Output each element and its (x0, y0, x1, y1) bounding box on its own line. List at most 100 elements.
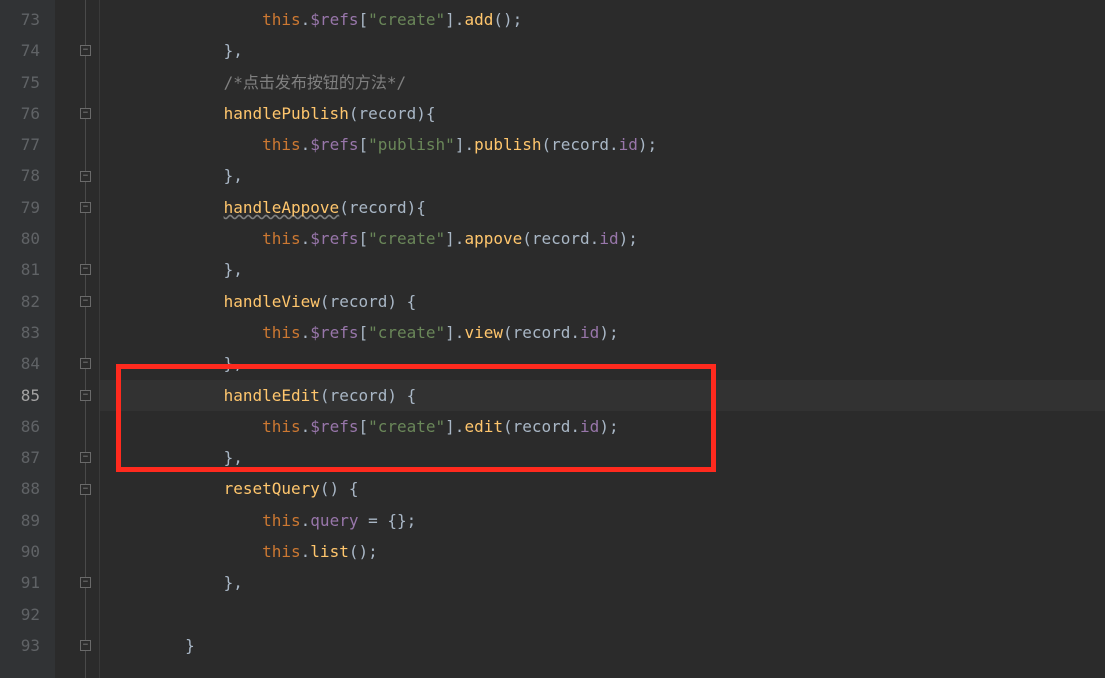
line-number: 93 (0, 630, 40, 661)
code-line[interactable] (100, 599, 1105, 630)
code-token: view (464, 323, 503, 342)
code-line[interactable]: this.$refs["create"].view(record.id); (100, 317, 1105, 348)
code-token: handleAppove (224, 198, 340, 217)
code-token: handleView (224, 292, 320, 311)
code-token: ( (503, 323, 513, 342)
code-token: ]. (445, 417, 464, 436)
code-token: list (310, 542, 349, 561)
fold-close-icon[interactable]: − (80, 640, 91, 651)
line-number: 84 (0, 348, 40, 379)
fold-close-icon[interactable]: − (80, 171, 91, 182)
fold-open-icon[interactable]: − (80, 202, 91, 213)
fold-close-icon[interactable]: − (80, 452, 91, 463)
code-token: handleEdit (224, 386, 320, 405)
code-line[interactable]: }, (100, 160, 1105, 191)
code-token: this (262, 10, 301, 29)
fold-close-icon[interactable]: − (80, 577, 91, 588)
code-line[interactable]: this.query = {}; (100, 505, 1105, 536)
code-token: this (262, 135, 301, 154)
code-token: }, (224, 354, 243, 373)
code-token: this (262, 417, 301, 436)
code-line[interactable]: this.$refs["create"].appove(record.id); (100, 223, 1105, 254)
fold-open-icon[interactable]: − (80, 296, 91, 307)
line-number: 79 (0, 192, 40, 223)
code-token: edit (464, 417, 503, 436)
code-token: ){ (416, 104, 435, 123)
code-token: record (349, 198, 407, 217)
fold-close-icon[interactable]: − (80, 264, 91, 275)
code-token: . (301, 511, 311, 530)
code-line[interactable]: resetQuery() { (100, 473, 1105, 504)
code-token: ); (599, 323, 618, 342)
code-line[interactable]: this.list(); (100, 536, 1105, 567)
fold-close-icon[interactable]: − (80, 358, 91, 369)
line-number-gutter: 7374757677787980818283848586878889909192… (0, 0, 55, 678)
code-token: "create" (368, 229, 445, 248)
code-token: "create" (368, 10, 445, 29)
code-token: } (185, 636, 195, 655)
code-token: ) { (387, 386, 416, 405)
code-token: $refs (310, 229, 358, 248)
code-line[interactable]: } (100, 630, 1105, 661)
code-token: record (330, 292, 388, 311)
code-line[interactable]: this.$refs["create"].edit(record.id); (100, 411, 1105, 442)
code-token: [ (358, 323, 368, 342)
code-token: id (580, 417, 599, 436)
fold-open-icon[interactable]: − (80, 390, 91, 401)
line-number: 92 (0, 599, 40, 630)
code-line[interactable]: this.$refs["publish"].publish(record.id)… (100, 129, 1105, 160)
code-token: $refs (310, 10, 358, 29)
code-token: ]. (445, 323, 464, 342)
code-area[interactable]: this.$refs["create"].add(); }, /*点击发布按钮的… (100, 0, 1105, 678)
code-token: . (301, 229, 311, 248)
code-line[interactable]: handleAppove(record){ (100, 192, 1105, 223)
code-line[interactable]: }, (100, 35, 1105, 66)
code-token: (); (349, 542, 378, 561)
code-line[interactable]: }, (100, 254, 1105, 285)
code-token: ); (599, 417, 618, 436)
code-token: $refs (310, 135, 358, 154)
code-token: () { (320, 479, 359, 498)
code-token: resetQuery (224, 479, 320, 498)
code-token: }, (224, 260, 243, 279)
code-line[interactable]: }, (100, 567, 1105, 598)
code-token: . (301, 10, 311, 29)
code-token: . (570, 417, 580, 436)
code-line[interactable]: handleEdit(record) { (100, 380, 1105, 411)
line-number: 88 (0, 473, 40, 504)
code-editor[interactable]: 7374757677787980818283848586878889909192… (0, 0, 1105, 678)
code-token: record (330, 386, 388, 405)
fold-close-icon[interactable]: − (80, 45, 91, 56)
code-token: . (570, 323, 580, 342)
code-token: . (301, 135, 311, 154)
code-line[interactable]: /*点击发布按钮的方法*/ (100, 67, 1105, 98)
fold-open-icon[interactable]: − (80, 484, 91, 495)
code-token: "publish" (368, 135, 455, 154)
fold-open-icon[interactable]: − (80, 108, 91, 119)
code-token: }, (224, 448, 243, 467)
code-token: record (513, 323, 571, 342)
code-token: publish (474, 135, 541, 154)
code-line[interactable]: handleView(record) { (100, 286, 1105, 317)
code-line[interactable]: handlePublish(record){ (100, 98, 1105, 129)
code-line[interactable]: }, (100, 442, 1105, 473)
line-number: 73 (0, 4, 40, 35)
code-token: this (262, 511, 301, 530)
code-token: ( (339, 198, 349, 217)
code-token: record (513, 417, 571, 436)
code-token: record (551, 135, 609, 154)
fold-column[interactable]: − − − − − − − − − − − − (55, 0, 100, 678)
code-token: "create" (368, 417, 445, 436)
code-token: ); (638, 135, 657, 154)
line-number: 82 (0, 286, 40, 317)
code-token: record (532, 229, 590, 248)
code-line[interactable]: this.$refs["create"].add(); (100, 4, 1105, 35)
code-token: ]. (445, 229, 464, 248)
code-token: }, (224, 41, 243, 60)
line-number: 83 (0, 317, 40, 348)
code-token: "create" (368, 323, 445, 342)
code-token: [ (358, 135, 368, 154)
line-number: 78 (0, 160, 40, 191)
code-line[interactable]: }, (100, 348, 1105, 379)
line-number: 76 (0, 98, 40, 129)
